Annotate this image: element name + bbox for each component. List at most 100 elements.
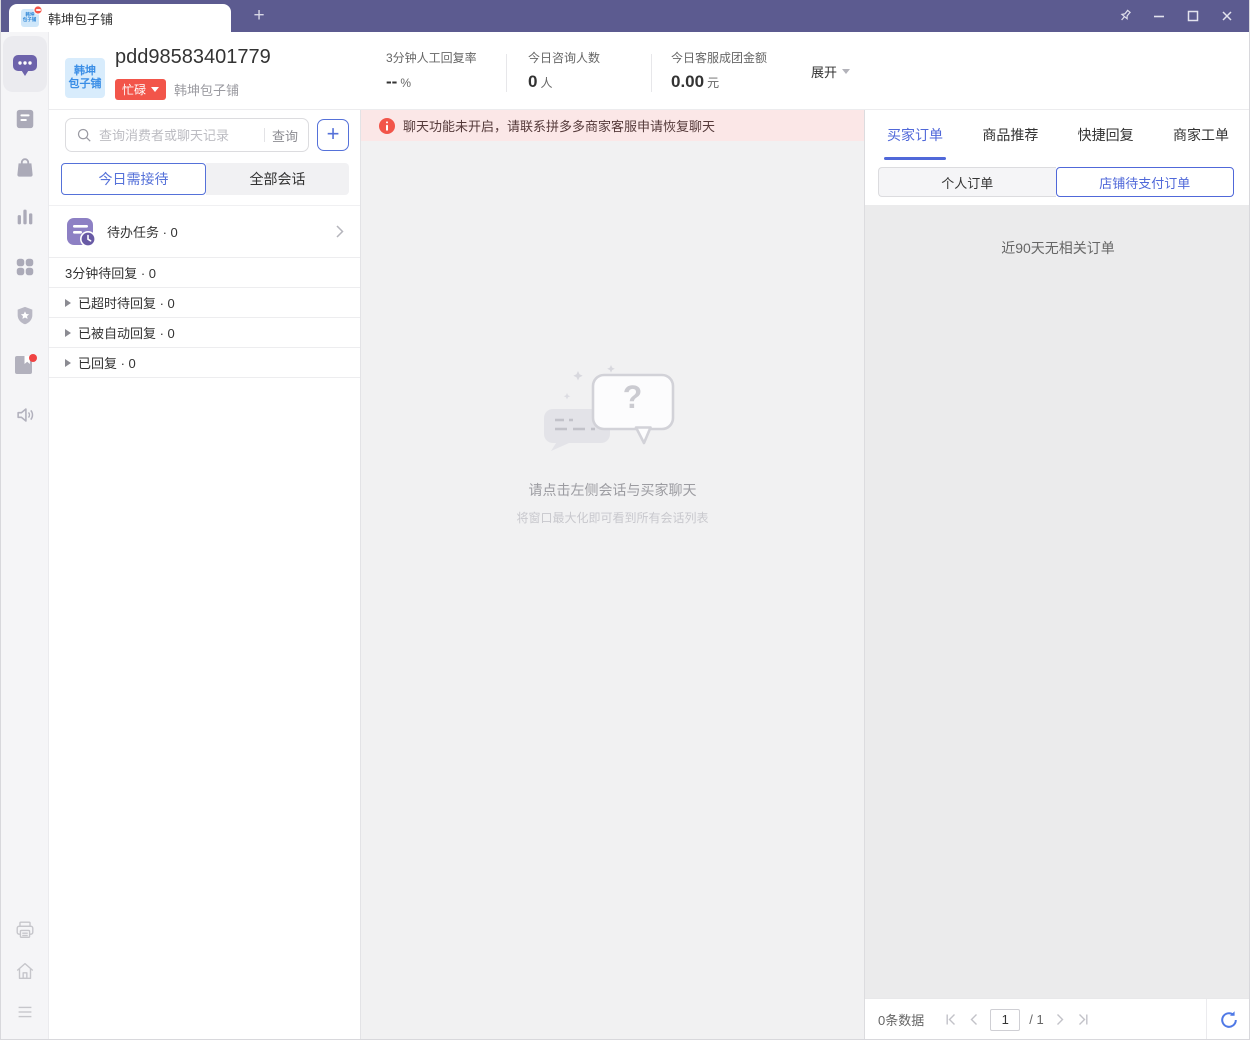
search-input[interactable] [99, 128, 257, 143]
divider [651, 54, 652, 92]
shopping-bag-icon [14, 156, 36, 178]
tab-today-reception[interactable]: 今日需接待 [61, 163, 206, 195]
status-dropdown[interactable]: 忙碌 [115, 79, 166, 100]
orders-footer: 0条数据 / 1 [865, 998, 1250, 1040]
group-label: 已被自动回复 · 0 [78, 323, 175, 342]
data-count: 0条数据 [878, 1010, 924, 1029]
last-page-icon [1076, 1013, 1089, 1026]
pin-window-button[interactable] [1111, 2, 1139, 30]
banner-message: 聊天功能未开启，请联系拼多多商家客服申请恢复聊天 [403, 116, 715, 135]
shop-logo-icon: 韩坤 包子铺 [21, 9, 39, 27]
avatar-text: 包子铺 [69, 78, 102, 91]
nav-apps-button[interactable] [1, 247, 49, 287]
tab-quick-replies[interactable]: 快捷回复 [1078, 110, 1134, 160]
first-page-button[interactable] [944, 1012, 958, 1028]
empty-chat-illustration-icon: ? [538, 365, 688, 461]
home-button[interactable] [1, 951, 49, 991]
toggle-personal-orders[interactable]: 个人订单 [878, 167, 1056, 197]
chat-empty-state: ? 请点击左侧会话与买家聊天 将窗口最大化即可看到所有会话列表 [361, 365, 864, 526]
group-auto-replied[interactable]: 已被自动回复 · 0 [49, 318, 360, 348]
nav-analytics-button[interactable] [1, 197, 49, 237]
close-icon [1219, 8, 1235, 24]
minimize-icon [1151, 8, 1167, 24]
stat-unit: % [400, 76, 411, 90]
orders-panel: 买家订单 商品推荐 快捷回复 商家工单 个人订单 店铺待支付订单 近90天无相关… [864, 110, 1250, 1040]
search-submit-button[interactable]: 查询 [272, 126, 298, 145]
chat-area: 聊天功能未开启，请联系拼多多商家客服申请恢复聊天 ? 请点击左侧会 [361, 110, 864, 1040]
chat-bubble-icon [12, 54, 38, 78]
group-replied[interactable]: 已回复 · 0 [49, 348, 360, 378]
conversation-filter-tabs: 今日需接待 全部会话 [61, 163, 349, 195]
divider [506, 54, 507, 92]
favicon-text: 包子铺 [23, 18, 37, 23]
tab-buyer-orders[interactable]: 买家订单 [887, 110, 943, 160]
tab-all-conversations[interactable]: 全部会话 [206, 163, 349, 195]
todo-tasks-label: 待办任务 · 0 [107, 222, 326, 241]
add-conversation-button[interactable]: + [317, 119, 349, 151]
stat-group-amount: 今日客服成团金额 0.00元 [671, 49, 767, 92]
empty-state-subtitle: 将窗口最大化即可看到所有会话列表 [361, 509, 864, 526]
close-button[interactable] [1213, 2, 1241, 30]
tab-product-recommend[interactable]: 商品推荐 [982, 110, 1038, 160]
toggle-shop-unpaid-orders[interactable]: 店铺待支付订单 [1056, 167, 1235, 197]
nav-notebook-button[interactable] [1, 345, 49, 385]
conversation-panel: 查询 + 今日需接待 全部会话 待办任务 · 0 3分钟待回复 · 0 [49, 110, 361, 1040]
group-label: 已回复 · 0 [78, 353, 136, 372]
titlebar: 韩坤 包子铺 韩坤包子铺 + [1, 0, 1249, 32]
avatar-text: 韩坤 [74, 65, 96, 78]
expand-stats-button[interactable]: 展开 [811, 62, 850, 81]
first-page-icon [945, 1013, 958, 1026]
window-tab[interactable]: 韩坤 包子铺 韩坤包子铺 [9, 4, 231, 32]
order-type-toggle-strip: 个人订单 店铺待支付订单 [865, 160, 1250, 205]
group-3min-pending[interactable]: 3分钟待回复 · 0 [49, 258, 360, 288]
shop-avatar: 韩坤 包子铺 [65, 58, 105, 98]
nav-protection-button[interactable] [1, 296, 49, 336]
todo-tasks-row[interactable]: 待办任务 · 0 [49, 205, 360, 258]
question-mark: ? [623, 379, 643, 416]
print-button[interactable] [1, 910, 49, 950]
next-page-button[interactable] [1053, 1012, 1067, 1028]
nav-chat-button[interactable] [1, 46, 49, 86]
search-icon [76, 127, 92, 143]
nav-documents-button[interactable] [1, 99, 49, 139]
search-box: 查询 [65, 118, 309, 152]
notification-dot-icon [29, 354, 37, 362]
new-tab-button[interactable]: + [244, 0, 274, 32]
tab-merchant-tickets[interactable]: 商家工单 [1173, 110, 1229, 160]
shop-header: 韩坤 包子铺 pdd98583401779 忙碌 韩坤包子铺 3分钟人工回复率 … [49, 32, 1250, 110]
book-icon [12, 353, 38, 377]
home-icon [14, 960, 36, 982]
stat-label: 今日客服成团金额 [671, 49, 767, 66]
speaker-icon [14, 404, 36, 426]
menu-button[interactable] [1, 992, 49, 1032]
last-page-button[interactable] [1076, 1012, 1090, 1028]
shop-name: 韩坤包子铺 [174, 80, 239, 99]
minimize-button[interactable] [1145, 2, 1173, 30]
nav-announcement-button[interactable] [1, 395, 49, 435]
refresh-button[interactable] [1206, 999, 1250, 1040]
group-overdue-pending[interactable]: 已超时待回复 · 0 [49, 288, 360, 318]
chevron-right-icon [1053, 1013, 1066, 1026]
pin-icon [1116, 7, 1134, 25]
stat-value: -- [386, 72, 397, 91]
stat-consult-count: 今日咨询人数 0人 [528, 49, 600, 92]
stat-label: 今日咨询人数 [528, 49, 600, 66]
apps-grid-icon [14, 256, 36, 278]
printer-icon [14, 919, 36, 941]
document-icon [14, 108, 36, 130]
group-label: 已超时待回复 · 0 [78, 293, 175, 312]
stat-reply-rate: 3分钟人工回复率 --% [386, 49, 477, 92]
prev-page-button[interactable] [967, 1012, 981, 1028]
maximize-button[interactable] [1179, 2, 1207, 30]
tab-title: 韩坤包子铺 [48, 9, 113, 28]
orders-panel-tabs: 买家订单 商品推荐 快捷回复 商家工单 [865, 110, 1250, 160]
orders-empty-text: 近90天无相关订单 [865, 238, 1250, 258]
chevron-right-icon [336, 225, 344, 238]
nav-rail [1, 32, 49, 1040]
stat-unit: 人 [540, 76, 552, 90]
expand-triangle-icon [65, 359, 71, 367]
nav-shop-button[interactable] [1, 147, 49, 187]
chevron-left-icon [968, 1013, 981, 1026]
app-window: 韩坤 包子铺 韩坤包子铺 + [0, 0, 1250, 1040]
page-number-input[interactable] [990, 1009, 1020, 1031]
